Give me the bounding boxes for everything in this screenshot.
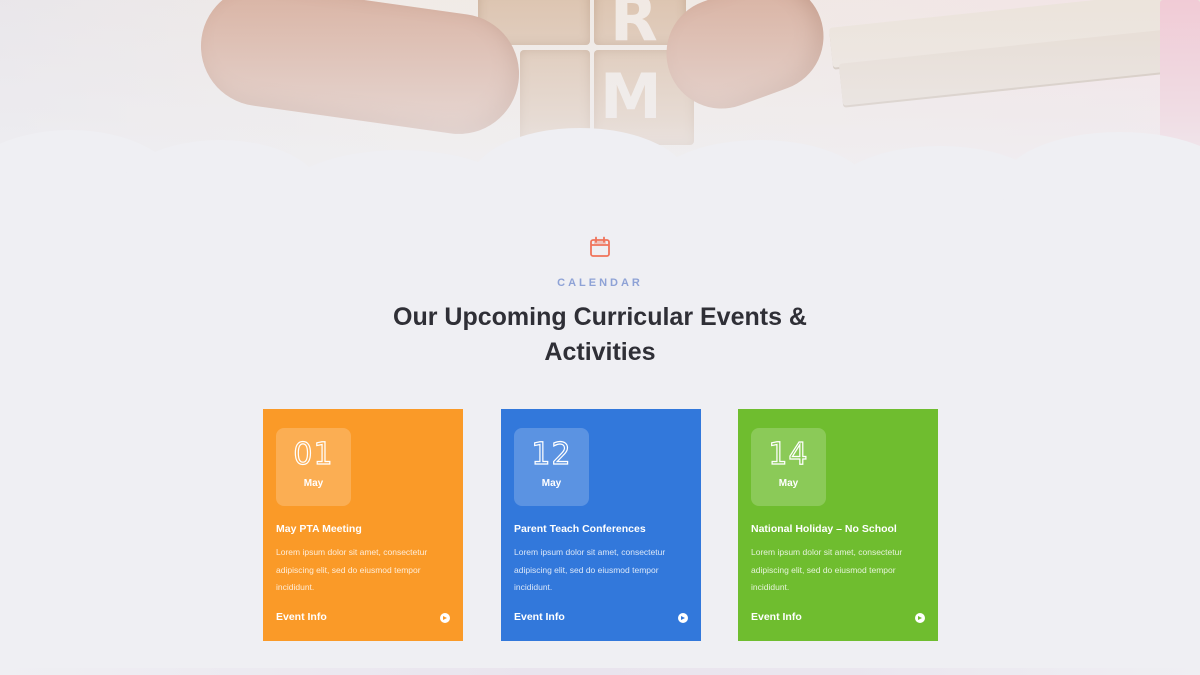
event-info-link[interactable]: Event Info <box>276 611 327 623</box>
event-month: May <box>541 478 562 489</box>
arrow-right-circle-icon[interactable] <box>440 613 450 623</box>
event-info-link[interactable]: Event Info <box>751 611 802 623</box>
event-description: Lorem ipsum dolor sit amet, consectetur … <box>276 547 428 592</box>
event-card[interactable]: 12 May Parent Teach Conferences Lorem ip… <box>501 409 701 641</box>
event-title: May PTA Meeting <box>276 523 362 535</box>
event-card[interactable]: 14 May National Holiday – No School Lore… <box>738 409 938 641</box>
section-eyebrow: CALENDAR <box>557 277 643 289</box>
event-title: Parent Teach Conferences <box>514 523 646 535</box>
event-day: 12 <box>531 436 572 472</box>
event-day: 01 <box>293 436 334 472</box>
event-description: Lorem ipsum dolor sit amet, consectetur … <box>751 547 903 592</box>
calendar-icon <box>590 236 610 257</box>
event-info-link[interactable]: Event Info <box>514 611 565 623</box>
arrow-right-circle-icon[interactable] <box>678 613 688 623</box>
event-month: May <box>778 478 799 489</box>
event-month: May <box>303 478 324 489</box>
event-date-box: 12 May <box>514 428 589 506</box>
hero-image: R M <box>0 0 1200 200</box>
event-date-box: 14 May <box>751 428 826 506</box>
event-date-box: 01 May <box>276 428 351 506</box>
event-title: National Holiday – No School <box>751 523 897 535</box>
arrow-right-circle-icon[interactable] <box>915 613 925 623</box>
next-section-edge <box>0 668 1200 675</box>
event-card[interactable]: 01 May May PTA Meeting Lorem ipsum dolor… <box>263 409 463 641</box>
section-heading: Our Upcoming Curricular Events & Activit… <box>393 303 807 366</box>
event-description: Lorem ipsum dolor sit amet, consectetur … <box>514 547 666 592</box>
event-day: 14 <box>768 436 809 472</box>
